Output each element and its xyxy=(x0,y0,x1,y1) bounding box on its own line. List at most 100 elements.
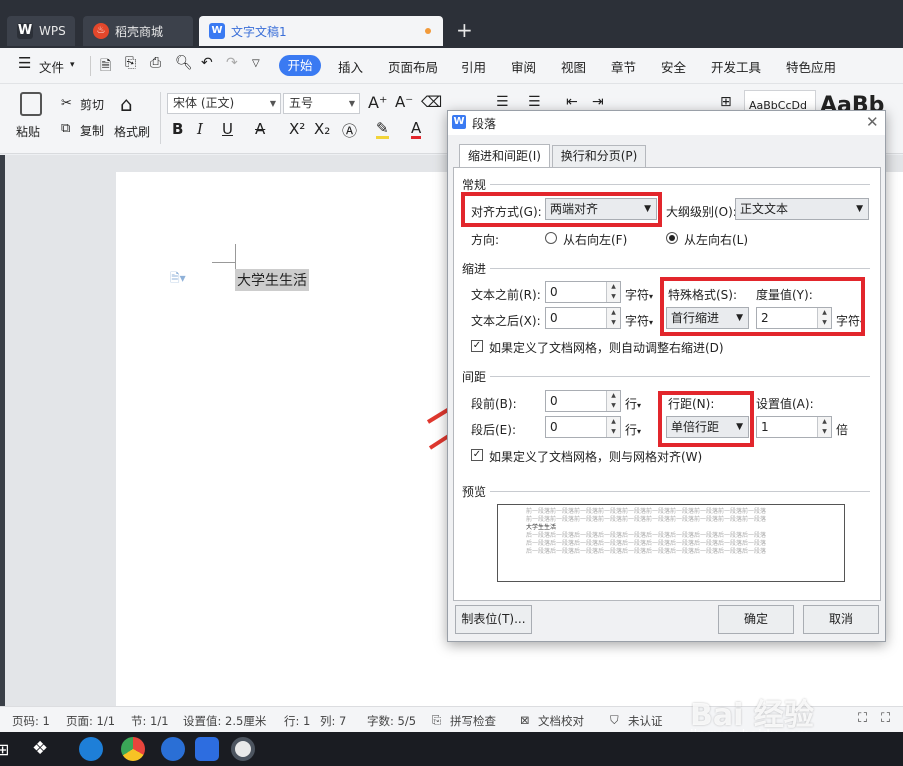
grow-font-icon[interactable]: A⁺ xyxy=(368,93,387,112)
outdent-icon[interactable]: ⇤ xyxy=(566,94,578,110)
copy-icon[interactable]: ⧉ xyxy=(61,121,70,136)
brush-icon[interactable]: ⌂ xyxy=(120,92,133,116)
copy-button[interactable]: 复制 xyxy=(80,122,104,139)
task-view-icon[interactable]: ❖ xyxy=(32,738,48,759)
outline-select[interactable]: 正文文本 ▼ xyxy=(735,198,869,220)
tab-wps[interactable]: W WPS xyxy=(7,16,75,46)
undo-icon[interactable]: ↶ xyxy=(201,55,213,71)
menu-start[interactable]: 开始 xyxy=(279,55,321,76)
bold-icon[interactable]: B xyxy=(172,120,183,138)
menu-references[interactable]: 引用 xyxy=(461,57,486,76)
indent-after-unit[interactable]: 字符▾ xyxy=(625,312,653,329)
text-effect-icon[interactable]: Ⓐ xyxy=(342,120,357,141)
menu-security[interactable]: 安全 xyxy=(661,57,686,76)
quick-access-more-icon[interactable]: ▽ xyxy=(252,58,260,69)
status-setting: 设置值: 2.5厘米 xyxy=(183,714,267,728)
numbered-list-icon[interactable]: ☰ xyxy=(528,94,541,110)
proofread-button[interactable]: 文档校对 xyxy=(538,713,584,729)
underline-icon[interactable]: U xyxy=(222,120,233,138)
direction-label: 方向: xyxy=(471,233,500,247)
space-after-unit[interactable]: 行▾ xyxy=(625,421,641,438)
tab-indent-spacing[interactable]: 缩进和间距(I) xyxy=(459,144,550,168)
unverified-label[interactable]: 未认证 xyxy=(628,713,663,729)
spinner-icon[interactable]: ▲ ▼ xyxy=(606,282,620,302)
highlight-icon[interactable]: ✎ xyxy=(376,120,389,139)
divider xyxy=(490,184,870,185)
superscript-icon[interactable]: X² xyxy=(289,120,305,138)
spinner-icon[interactable]: ▲ ▼ xyxy=(606,308,620,328)
spinner-icon[interactable]: ▲ ▼ xyxy=(817,417,831,437)
subscript-icon[interactable]: X₂ xyxy=(314,120,330,138)
menu-chapter[interactable]: 章节 xyxy=(611,57,636,76)
paragraph-handle-icon[interactable]: 🗎▾ xyxy=(170,269,186,290)
table-icon[interactable]: ⊞ xyxy=(720,94,732,110)
app-taskbar-icon[interactable] xyxy=(231,737,255,761)
rtl-radio[interactable] xyxy=(545,232,557,244)
windows-start-icon[interactable]: ⊞ xyxy=(0,740,9,759)
hamburger-icon[interactable]: ☰ xyxy=(18,54,31,72)
tab-line-page-breaks[interactable]: 换行和分页(P) xyxy=(552,145,646,168)
menu-view[interactable]: 视图 xyxy=(561,57,586,76)
chevron-down-icon[interactable]: ▾ xyxy=(70,60,75,70)
fullscreen-icon[interactable]: ⛶ xyxy=(858,711,867,726)
rtl-label: 从右向左(F) xyxy=(563,233,628,247)
italic-icon[interactable]: I xyxy=(197,120,203,138)
font-name-select[interactable]: 宋体 (正文) ▼ xyxy=(167,93,281,114)
format-painter-button[interactable]: 格式刷 xyxy=(114,123,150,140)
auto-adjust-checkbox[interactable]: ✓ xyxy=(471,340,483,352)
font-color-icon[interactable]: A xyxy=(411,120,422,139)
bullet-list-icon[interactable]: ☰ xyxy=(496,94,509,110)
spinner-icon[interactable]: ▲ ▼ xyxy=(606,391,620,411)
font-size-select[interactable]: 五号 ▼ xyxy=(283,93,360,114)
paste-icon[interactable] xyxy=(20,92,42,116)
shrink-font-icon[interactable]: A⁻ xyxy=(395,93,413,111)
indent-before-unit[interactable]: 字符▾ xyxy=(625,286,653,303)
document-text[interactable]: 大学生生活 xyxy=(235,269,309,291)
spellcheck-icon[interactable]: ⎘ xyxy=(432,713,441,728)
dialog-title: 段落 xyxy=(472,117,497,131)
menu-review[interactable]: 审阅 xyxy=(511,57,536,76)
indent-before-input[interactable]: 0 ▲ ▼ xyxy=(545,281,621,303)
space-before-unit[interactable]: 行▾ xyxy=(625,395,641,412)
menu-developer[interactable]: 开发工具 xyxy=(711,57,761,76)
ok-button[interactable]: 确定 xyxy=(718,605,794,634)
strikethrough-icon[interactable]: A xyxy=(255,120,265,138)
save-icon[interactable]: 🗎 xyxy=(100,55,111,79)
menu-file[interactable]: 文件 xyxy=(39,57,64,76)
edge-icon[interactable] xyxy=(79,737,103,761)
scissors-icon[interactable]: ✂ xyxy=(61,96,72,111)
indent-after-input[interactable]: 0 ▲ ▼ xyxy=(545,307,621,329)
spellcheck-button[interactable]: 拼写检查 xyxy=(450,713,496,729)
print-icon[interactable]: ⎙ xyxy=(150,55,161,71)
print-preview-icon[interactable]: 🔍︎ xyxy=(175,55,193,71)
cut-button[interactable]: 剪切 xyxy=(80,96,104,113)
menu-page-layout[interactable]: 页面布局 xyxy=(388,57,438,76)
space-after-input[interactable]: 0 ▲ ▼ xyxy=(545,416,621,438)
close-icon[interactable]: ✕ xyxy=(866,113,879,131)
section-spacing: 间距 xyxy=(462,370,487,384)
indent-icon[interactable]: ⇥ xyxy=(592,94,604,110)
wps-taskbar-icon[interactable] xyxy=(195,737,219,761)
menu-features[interactable]: 特色应用 xyxy=(786,57,836,76)
export-icon[interactable]: ⎘ xyxy=(125,55,136,71)
ie-icon[interactable] xyxy=(161,737,185,761)
focus-mode-icon[interactable]: ⛶ xyxy=(881,711,890,726)
proofread-icon[interactable]: ⊠ xyxy=(520,713,530,727)
setting-value-input[interactable]: 1 ▲ ▼ xyxy=(756,416,832,438)
space-before-input[interactable]: 0 ▲ ▼ xyxy=(545,390,621,412)
indent-after-value: 0 xyxy=(550,311,558,325)
spinner-icon[interactable]: ▲ ▼ xyxy=(606,417,620,437)
tab-label: WPS xyxy=(39,24,66,38)
eraser-icon[interactable]: ⌫ xyxy=(421,93,442,111)
tab-document[interactable]: W 文字文稿1 xyxy=(199,16,443,46)
new-tab-button[interactable]: + xyxy=(456,18,473,42)
redo-icon[interactable]: ↷ xyxy=(226,55,238,71)
grid-align-checkbox[interactable]: ✓ xyxy=(471,449,483,461)
paste-button[interactable]: 粘贴 xyxy=(16,123,40,140)
cancel-button[interactable]: 取消 xyxy=(803,605,879,634)
ltr-radio[interactable] xyxy=(666,232,678,244)
chrome-icon[interactable] xyxy=(121,737,145,761)
tabstops-button[interactable]: 制表位(T)... xyxy=(455,605,532,634)
menu-insert[interactable]: 插入 xyxy=(338,57,363,76)
tab-store[interactable]: ♨ 稻壳商城 xyxy=(83,16,193,46)
